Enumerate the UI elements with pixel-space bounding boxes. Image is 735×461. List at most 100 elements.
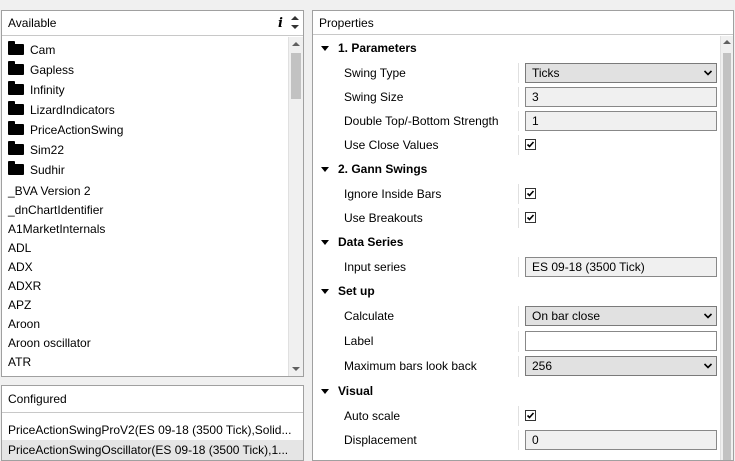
folder-icon <box>8 81 24 95</box>
available-list: Cam Gapless Infinity LizardIndicators Pr… <box>2 37 288 376</box>
configured-item-selected[interactable]: PriceActionSwingOscillator(ES 09-18 (350… <box>2 440 303 460</box>
chevron-down-icon <box>704 313 712 319</box>
properties-panel: Properties 1. Parameters Swing Type Tick… <box>312 10 734 461</box>
collapse-triangle-icon[interactable] <box>321 167 329 172</box>
folder-item[interactable]: LizardIndicators <box>2 100 288 120</box>
folder-item[interactable]: Gapless <box>2 60 288 80</box>
collapse-triangle-icon[interactable] <box>321 289 329 294</box>
configured-item[interactable]: PriceActionSwingProV2(ES 09-18 (3500 Tic… <box>2 420 303 440</box>
property-label: Swing Type <box>344 66 406 80</box>
swing-type-select[interactable]: Ticks <box>525 63 717 83</box>
property-label: Use Close Values <box>344 138 439 152</box>
scroll-down-arrow-icon[interactable] <box>292 367 300 371</box>
panel-splitter[interactable] <box>305 0 311 461</box>
property-label: Use Breakouts <box>344 211 423 225</box>
property-label: Displacement <box>344 433 417 447</box>
property-label: Label <box>344 334 374 348</box>
checkmark-icon <box>526 412 535 419</box>
collapse-triangle-icon[interactable] <box>321 46 329 51</box>
category-parameters[interactable]: 1. Parameters <box>313 36 720 61</box>
label-input[interactable] <box>525 331 717 351</box>
indicator-item[interactable]: _BVA Version 2 <box>2 182 288 201</box>
collapse-triangle-icon[interactable] <box>321 389 329 394</box>
checkmark-icon <box>526 141 535 148</box>
property-row: Use Breakouts <box>313 206 720 230</box>
category-set-up[interactable]: Set up <box>313 279 720 304</box>
folder-icon <box>8 101 24 115</box>
properties-title: Properties <box>319 16 374 30</box>
folder-item[interactable]: Infinity <box>2 80 288 100</box>
folder-item[interactable]: PriceActionSwing <box>2 120 288 140</box>
property-label: Ignore Inside Bars <box>344 187 442 201</box>
property-label: Swing Size <box>344 90 404 104</box>
scroll-down-icon[interactable] <box>291 25 299 29</box>
indicator-item[interactable]: ADXR <box>2 277 288 296</box>
collapse-triangle-icon[interactable] <box>321 240 329 245</box>
property-grid: 1. Parameters Swing Type Ticks Swing Siz… <box>313 36 720 460</box>
chevron-down-icon <box>704 363 712 369</box>
checkmark-icon <box>526 214 535 221</box>
folder-icon <box>8 161 24 175</box>
folder-item[interactable]: Cam <box>2 40 288 60</box>
scroll-up-arrow-icon[interactable] <box>723 40 731 44</box>
folder-item[interactable]: Sudhir <box>2 160 288 180</box>
property-row: Swing Size 3 <box>313 85 720 109</box>
folder-item[interactable]: Sim22 <box>2 140 288 160</box>
indicator-item[interactable]: ADL <box>2 239 288 258</box>
scroll-up-icon[interactable] <box>291 16 299 20</box>
indicator-item[interactable]: ADX <box>2 258 288 277</box>
use-close-values-checkbox[interactable] <box>525 139 536 150</box>
property-row: Displacement 0 <box>313 428 720 452</box>
property-label: Auto scale <box>344 409 401 423</box>
category-visual[interactable]: Visual <box>313 379 720 404</box>
property-label: Calculate <box>344 309 395 323</box>
category-data-series[interactable]: Data Series <box>313 230 720 255</box>
property-label: Double Top/-Bottom Strength <box>344 114 499 128</box>
properties-scrollbar[interactable] <box>720 36 733 460</box>
scroll-thumb[interactable] <box>291 53 301 99</box>
auto-scale-checkbox[interactable] <box>525 410 536 421</box>
displacement-input[interactable]: 0 <box>525 430 717 450</box>
property-label: Input series <box>344 260 407 274</box>
available-panel: Available i Cam Gapless Infinity LizardI… <box>1 10 304 377</box>
available-header: Available i <box>2 11 303 36</box>
indicator-item[interactable]: _dnChartIdentifier <box>2 201 288 220</box>
property-row: Input series ES 09-18 (3500 Tick) <box>313 255 720 279</box>
available-title: Available <box>8 16 57 30</box>
configured-title: Configured <box>8 392 67 406</box>
property-row: Use Close Values <box>313 133 720 157</box>
property-row: Ignore Inside Bars <box>313 182 720 206</box>
maximum-bars-look-back-select[interactable]: 256 <box>525 356 717 376</box>
properties-header: Properties <box>313 11 733 35</box>
header-scroll-arrows[interactable] <box>289 13 301 33</box>
indicator-item[interactable]: Aroon oscillator <box>2 334 288 353</box>
configured-panel: Configured PriceActionSwingProV2(ES 09-1… <box>1 385 304 461</box>
info-icon[interactable]: i <box>278 11 283 36</box>
input-series-field[interactable]: ES 09-18 (3500 Tick) <box>525 257 717 277</box>
property-row: Swing Type Ticks <box>313 61 720 85</box>
available-scrollbar[interactable] <box>288 37 303 376</box>
configured-header: Configured <box>2 386 303 413</box>
property-row: Double Top/-Bottom Strength 1 <box>313 109 720 133</box>
category-gann-swings[interactable]: 2. Gann Swings <box>313 157 720 182</box>
scroll-up-arrow-icon[interactable] <box>292 42 300 46</box>
property-row: Label <box>313 329 720 354</box>
folder-icon <box>8 121 24 135</box>
property-row: Auto scale <box>313 404 720 428</box>
scroll-thumb[interactable] <box>723 53 731 460</box>
indicator-item[interactable]: Aroon <box>2 315 288 334</box>
property-row: Maximum bars look back 256 <box>313 354 720 379</box>
double-top-bottom-strength-input[interactable]: 1 <box>525 111 717 131</box>
property-row: Calculate On bar close <box>313 304 720 329</box>
calculate-select[interactable]: On bar close <box>525 306 717 326</box>
swing-size-input[interactable]: 3 <box>525 87 717 107</box>
folder-icon <box>8 61 24 75</box>
indicator-item[interactable]: ATR <box>2 353 288 372</box>
use-breakouts-checkbox[interactable] <box>525 212 536 223</box>
ignore-inside-bars-checkbox[interactable] <box>525 188 536 199</box>
property-label: Maximum bars look back <box>344 359 477 373</box>
folder-icon <box>8 141 24 155</box>
indicator-item[interactable]: A1MarketInternals <box>2 220 288 239</box>
chevron-down-icon <box>704 70 712 76</box>
indicator-item[interactable]: APZ <box>2 296 288 315</box>
